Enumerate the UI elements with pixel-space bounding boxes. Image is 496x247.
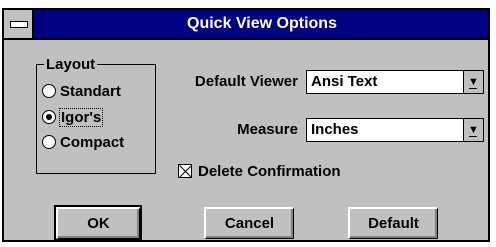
title-bar: Quick View Options xyxy=(4,10,488,40)
dialog-title: Quick View Options xyxy=(187,15,337,32)
radio-label-standart: Standart xyxy=(60,82,121,100)
dropdown-arrow-icon[interactable]: ▼ xyxy=(463,119,483,141)
radio-label-igors: Igor's xyxy=(58,107,104,127)
radio-standart[interactable]: Standart xyxy=(42,80,121,102)
system-menu-button[interactable] xyxy=(4,10,34,38)
radio-compact[interactable]: Compact xyxy=(42,131,124,153)
cancel-button[interactable]: Cancel xyxy=(204,207,294,239)
layout-group-label: Layout xyxy=(44,56,98,73)
radio-selected-icon xyxy=(42,110,56,124)
default-viewer-value: Ansi Text xyxy=(311,73,378,90)
delete-confirmation-label: Delete Confirmation xyxy=(198,162,341,180)
radio-circle-icon xyxy=(42,84,56,98)
default-button[interactable]: Default xyxy=(348,207,438,239)
checkbox-checked-icon xyxy=(178,164,192,178)
measure-value: Inches xyxy=(311,121,359,138)
radio-circle-icon xyxy=(42,135,56,149)
default-viewer-label: Default Viewer xyxy=(194,73,298,90)
quick-view-options-dialog: Quick View Options Layout Standart Igor'… xyxy=(2,8,490,242)
top-strip xyxy=(0,0,496,8)
default-viewer-dropdown[interactable]: Ansi Text ▼ xyxy=(306,70,484,94)
measure-label: Measure xyxy=(237,121,298,138)
radio-label-compact: Compact xyxy=(60,133,125,151)
delete-confirmation-checkbox[interactable]: Delete Confirmation xyxy=(178,161,341,181)
ok-button[interactable]: OK xyxy=(54,205,142,241)
system-menu-icon xyxy=(10,21,28,28)
dropdown-arrow-icon[interactable]: ▼ xyxy=(463,71,483,93)
radio-igors[interactable]: Igor's xyxy=(42,106,104,128)
measure-dropdown[interactable]: Inches ▼ xyxy=(306,118,484,142)
